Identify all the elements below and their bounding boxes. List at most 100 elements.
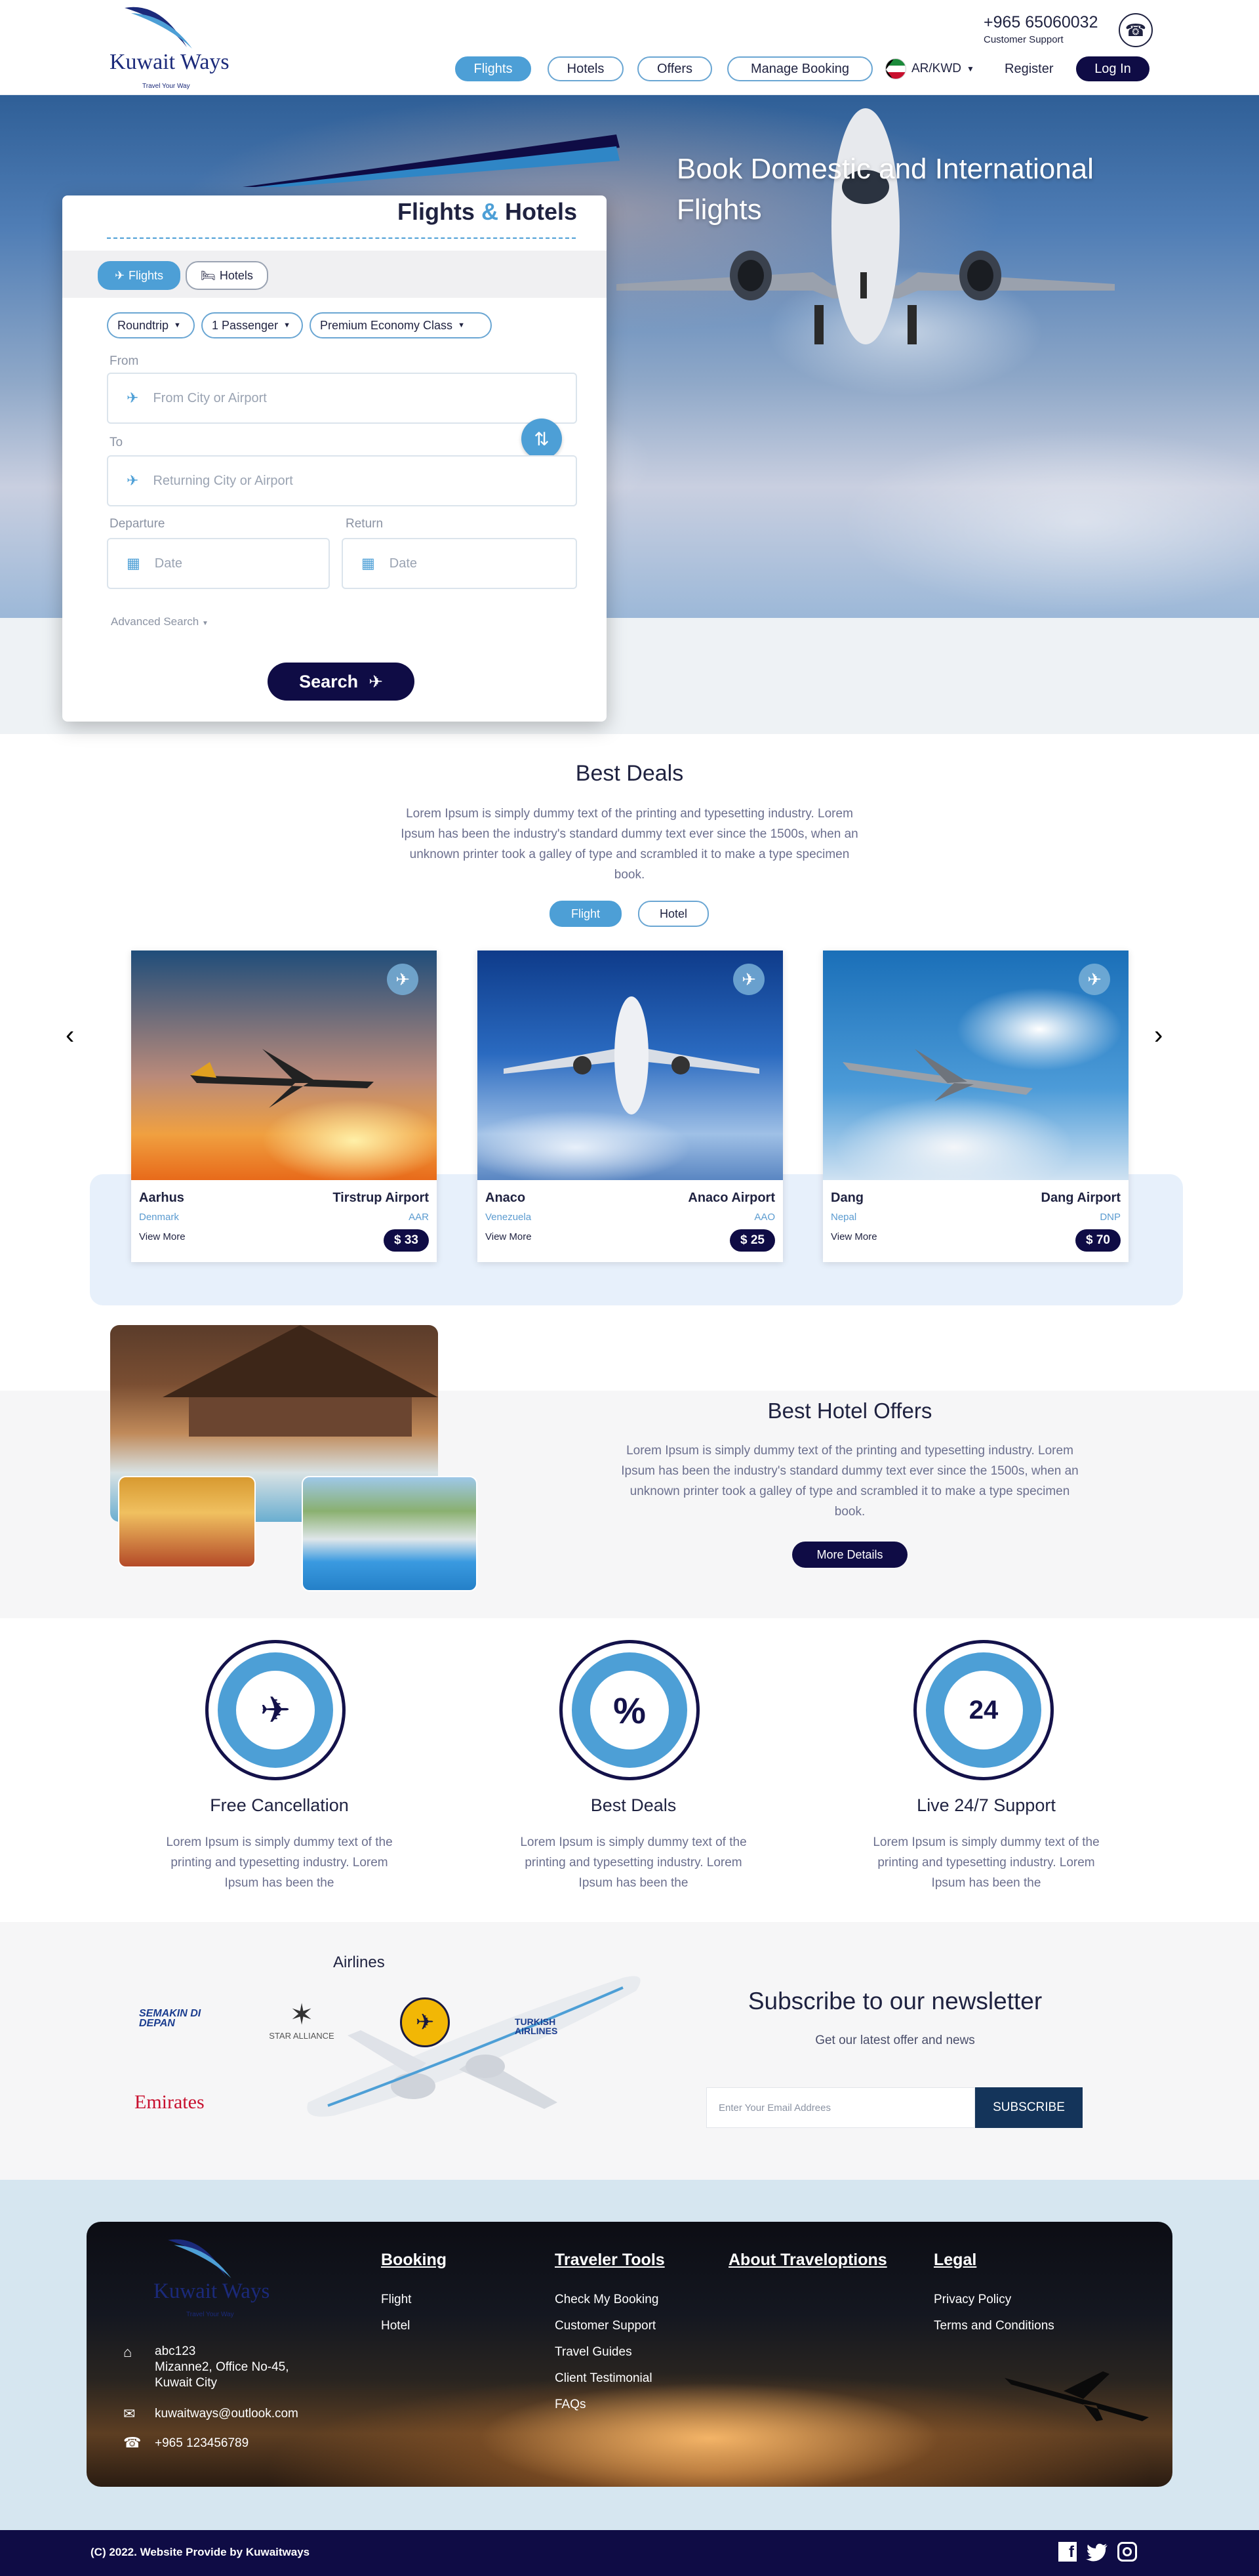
deal-card[interactable]: ✈ Dang Dang Airport Nepal DNP View More …	[823, 951, 1129, 1262]
footer-link-testimonial[interactable]: Client Testimonial	[555, 2371, 652, 2386]
deal-airport: Anaco Airport	[688, 1191, 775, 1205]
takeoff-icon: ✈	[127, 390, 139, 406]
return-placeholder: Date	[389, 556, 418, 571]
best-deals-description: Lorem Ipsum is simply dummy text of the …	[367, 804, 892, 885]
deal-price: $ 33	[384, 1229, 429, 1252]
airline-logo-turkish: TURKISH AIRLINES	[515, 2016, 558, 2036]
address-line: abc123	[155, 2344, 196, 2358]
deal-city: Aarhus	[139, 1191, 184, 1205]
deal-city: Anaco	[485, 1191, 526, 1205]
footer-link-customer-support[interactable]: Customer Support	[555, 2319, 656, 2333]
swap-button[interactable]: ⇅	[521, 419, 562, 459]
cabin-class-value: Premium Economy Class	[320, 318, 453, 332]
trip-type-select[interactable]: Roundtrip ▼	[107, 312, 195, 338]
feature-text-line: printing and typesetting industry. Lorem	[170, 1856, 388, 1870]
logo-tagline: Travel Your Way	[142, 83, 190, 90]
airline-logo-sda: SEMAKIN DI DEPAN	[139, 2008, 201, 2029]
deal-code: AAO	[754, 1212, 775, 1223]
footer-link-hotel[interactable]: Hotel	[381, 2319, 410, 2333]
hotel-desc-line: unknown printer took a galley of type an…	[630, 1484, 1070, 1498]
subscribe-button[interactable]: SUBSCRIBE	[975, 2087, 1083, 2128]
kuwait-flag-icon	[885, 58, 906, 79]
to-field[interactable]: ✈ Returning City or Airport	[107, 455, 577, 506]
feature-text-line: Ipsum has been the	[931, 1876, 1041, 1890]
feature-text-line: Ipsum has been the	[578, 1876, 689, 1890]
plane-photo-icon	[504, 996, 759, 1114]
departure-date-field[interactable]: ▦ Date	[107, 538, 330, 589]
phone-icon[interactable]: ☎	[1119, 13, 1153, 47]
booking-title: Flights & Hotels	[397, 198, 577, 226]
carousel-next-button[interactable]: ›	[1154, 1021, 1163, 1050]
facebook-icon[interactable]: f	[1058, 2542, 1077, 2562]
hero-airplane-image	[616, 108, 1115, 344]
footer-logo[interactable]: Kuwait Ways Travel Your Way	[152, 2234, 283, 2319]
footer-link-faqs[interactable]: FAQs	[555, 2398, 586, 2412]
return-date-field[interactable]: ▦ Date	[342, 538, 577, 589]
hotel-offers-description: Lorem Ipsum is simply dummy text of the …	[588, 1441, 1112, 1522]
deal-price: $ 70	[1075, 1229, 1121, 1252]
deal-card[interactable]: ✈ Anaco Anaco Airport Venezuela AAO View…	[477, 951, 783, 1262]
more-details-button[interactable]: More Details	[792, 1542, 908, 1568]
support-phone[interactable]: +965 65060032	[984, 13, 1098, 32]
logo[interactable]: Kuwait Ways Travel Your Way	[108, 1, 239, 92]
passenger-select[interactable]: 1 Passenger ▼	[201, 312, 303, 338]
support-label: Customer Support	[984, 34, 1064, 45]
nav-flights[interactable]: Flights	[455, 56, 531, 81]
hotel-desc-line: Lorem Ipsum is simply dummy text of the …	[626, 1444, 1073, 1458]
from-label: From	[110, 354, 139, 368]
hero-headline-line1: Book Domestic and International	[677, 153, 1094, 185]
carousel-prev-button[interactable]: ‹	[66, 1021, 74, 1050]
logo-swoosh-icon	[168, 2239, 231, 2278]
deals-toggle-flight[interactable]: Flight	[550, 901, 622, 927]
feature-text-line: Lorem Ipsum is simply dummy text of the	[166, 1835, 393, 1849]
instagram-icon[interactable]	[1117, 2542, 1137, 2562]
chevron-down-icon: ▼	[174, 321, 181, 329]
bottom-bar: (C) 2022. Website Provide by Kuwaitways …	[0, 2530, 1259, 2576]
newsletter-email-input[interactable]: Enter Your Email Addrees	[706, 2087, 975, 2128]
footer-link-travel-guides[interactable]: Travel Guides	[555, 2345, 632, 2360]
deal-card[interactable]: ✈ Aarhus Tirstrup Airport Denmark AAR Vi…	[131, 951, 437, 1262]
footer-email[interactable]: kuwaitways@outlook.com	[155, 2407, 298, 2421]
landing-icon: ✈	[127, 472, 139, 489]
footer-phone[interactable]: +965 123456789	[155, 2436, 249, 2451]
nav-hotels[interactable]: Hotels	[548, 56, 624, 81]
feature-ring: 24	[913, 1640, 1054, 1780]
footer-booking-heading: Booking	[381, 2251, 447, 2269]
logo-swoosh-icon	[125, 7, 192, 49]
footer-plane-silhouette-icon	[1005, 2371, 1149, 2421]
nav-offers[interactable]: Offers	[637, 56, 712, 81]
logo-text: Kuwait Ways	[110, 50, 230, 74]
deal-view-more[interactable]: View More	[139, 1231, 186, 1242]
title-divider	[107, 237, 576, 239]
cabin-class-select[interactable]: Premium Economy Class ▼	[310, 312, 492, 338]
plane-icon: ✈	[260, 1689, 291, 1730]
footer-tools-heading: Traveler Tools	[555, 2251, 665, 2269]
plane-badge-icon: ✈	[1079, 964, 1110, 995]
copyright-text: (C) 2022. Website Provide by Kuwaitways	[90, 2546, 310, 2558]
deal-code: DNP	[1100, 1212, 1121, 1223]
search-button[interactable]: Search ✈	[268, 663, 414, 701]
footer-link-check-booking[interactable]: Check My Booking	[555, 2293, 658, 2307]
deal-view-more[interactable]: View More	[485, 1231, 532, 1242]
footer-about-heading[interactable]: About Traveloptions	[729, 2251, 887, 2270]
twitter-icon[interactable]	[1086, 2543, 1108, 2562]
login-button[interactable]: Log In	[1076, 56, 1149, 81]
language-selector[interactable]: AR/KWD ▼	[885, 56, 984, 81]
footer-link-privacy[interactable]: Privacy Policy	[934, 2293, 1011, 2307]
footer-link-flight[interactable]: Flight	[381, 2293, 411, 2307]
deals-toggle-hotel[interactable]: Hotel	[638, 901, 709, 927]
nav-manage-booking[interactable]: Manage Booking	[727, 56, 873, 81]
advanced-search-link[interactable]: Advanced Search ▼	[111, 615, 209, 628]
from-field[interactable]: ✈ From City or Airport	[107, 373, 577, 424]
deal-view-more[interactable]: View More	[831, 1231, 877, 1242]
register-link[interactable]: Register	[1005, 62, 1053, 77]
tab-hotels[interactable]: 🛏 Hotels	[186, 261, 268, 290]
deal-country: Denmark	[139, 1212, 179, 1223]
chevron-down-icon: ▼	[458, 321, 465, 329]
footer-logo-text: Kuwait Ways	[153, 2280, 270, 2303]
airline-logo-lufthansa-icon: ✈	[400, 1997, 450, 2047]
feature-ring: ✈	[205, 1640, 346, 1780]
search-button-label: Search	[299, 671, 359, 691]
tab-flights[interactable]: ✈ Flights	[98, 261, 180, 290]
footer-link-terms[interactable]: Terms and Conditions	[934, 2319, 1054, 2333]
